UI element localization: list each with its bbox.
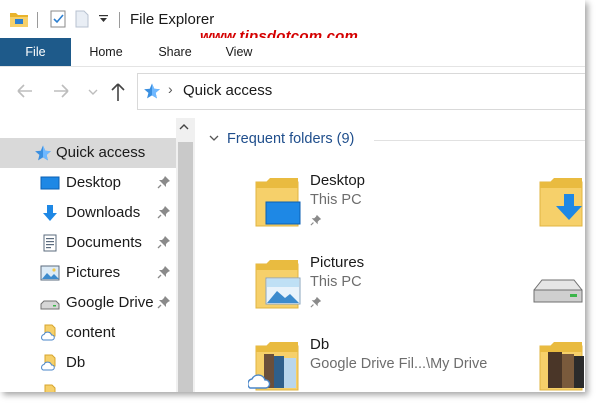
sidebar-item-downloads[interactable]: Downloads: [0, 198, 176, 228]
navigation-pane: Quick access Desktop Downloads Documents…: [0, 118, 176, 392]
sidebar-item-label: Documents: [66, 234, 142, 251]
window-title: File Explorer: [130, 11, 215, 28]
title-separator: [119, 12, 120, 28]
address-bar[interactable]: › Quick access: [137, 73, 585, 110]
sidebar-item-label: Desktop: [66, 174, 122, 191]
new-folder-icon[interactable]: [75, 10, 89, 28]
pin-icon[interactable]: [157, 295, 171, 309]
sidebar-item-label: Db: [66, 354, 86, 371]
tile-location: This PC: [310, 192, 362, 208]
pictures-folder-icon: [255, 260, 301, 309]
tab-view[interactable]: View: [216, 38, 262, 66]
sidebar-item-google-drive[interactable]: Google Drive: [0, 288, 176, 318]
breadcrumb-chevron-icon[interactable]: ›: [168, 81, 173, 97]
sidebar-item-label: Google Drive: [66, 294, 154, 311]
sidebar-item-pictures[interactable]: Pictures: [0, 258, 176, 288]
tile-name: Desktop: [310, 172, 366, 189]
pin-icon[interactable]: [157, 205, 171, 219]
documents-icon: [43, 234, 57, 252]
tab-home[interactable]: Home: [80, 38, 132, 66]
forward-arrow-icon[interactable]: [52, 83, 70, 99]
sidebar-item-db[interactable]: Db: [0, 348, 176, 378]
pin-icon[interactable]: [310, 214, 322, 226]
folder-tile-db[interactable]: Db Google Drive Fil...\My Drive: [196, 332, 536, 392]
file-explorer-window: File Explorer www.tipsdotcom.com File Ho…: [0, 0, 585, 392]
folder-tile-desktop[interactable]: Desktop This PC: [196, 168, 536, 240]
pin-icon[interactable]: [157, 235, 171, 249]
cloud-folder-icon: [248, 342, 299, 391]
star-icon: [144, 83, 160, 99]
tile-location: Google Drive Fil...\My Drive: [310, 356, 488, 372]
chevron-down-icon[interactable]: [208, 132, 220, 144]
tab-file[interactable]: File: [0, 38, 71, 66]
scroll-up-icon[interactable]: [179, 123, 189, 131]
folder-icon: [44, 384, 56, 392]
sidebar-item-partial[interactable]: [0, 378, 176, 392]
sidebar-item-quick-access[interactable]: Quick access: [0, 138, 176, 168]
back-arrow-icon[interactable]: [16, 83, 34, 99]
sidebar-item-desktop[interactable]: Desktop: [0, 168, 176, 198]
group-header-frequent-folders[interactable]: Frequent folders (9): [196, 118, 585, 158]
tile-location: This PC: [310, 274, 362, 290]
navigation-pane-scrollbar[interactable]: [176, 118, 195, 392]
pictures-icon: [40, 265, 60, 281]
star-icon: [35, 145, 51, 161]
sidebar-item-label: Downloads: [66, 204, 141, 221]
desktop-icon: [40, 176, 60, 190]
downloads-folder-icon[interactable]: [536, 172, 585, 228]
drive-icon[interactable]: [530, 276, 585, 308]
drive-icon: [40, 300, 60, 310]
customize-toolbar-icon[interactable]: [99, 15, 108, 23]
tab-share[interactable]: Share: [150, 38, 200, 66]
title-separator: [37, 12, 38, 28]
pin-icon[interactable]: [157, 265, 171, 279]
sidebar-item-content[interactable]: content: [0, 318, 176, 348]
cloud-folder-icon: [41, 324, 56, 341]
tile-name: Pictures: [310, 254, 365, 271]
sidebar-item-label: content: [66, 324, 116, 341]
up-arrow-icon[interactable]: [110, 82, 126, 102]
downloads-icon: [43, 205, 57, 221]
recent-locations-chevron-icon[interactable]: [88, 88, 98, 96]
pin-icon[interactable]: [310, 296, 322, 308]
tile-name: Db: [310, 336, 330, 353]
desktop-folder-icon: [255, 178, 301, 227]
address-path[interactable]: Quick access: [183, 82, 272, 99]
sidebar-item-label: Pictures: [66, 264, 121, 281]
group-divider: [374, 140, 585, 141]
group-label: Frequent folders (9): [227, 131, 355, 147]
sidebar-item-label: Quick access: [56, 144, 146, 161]
ribbon-tabs: File Home Share View: [0, 38, 585, 66]
title-bar: File Explorer www.tipsdotcom.com: [0, 0, 585, 45]
image-folder-icon[interactable]: [536, 336, 585, 392]
cloud-folder-icon: [41, 354, 56, 371]
sidebar-item-documents[interactable]: Documents: [0, 228, 176, 258]
folder-tile-pictures[interactable]: Pictures This PC: [196, 250, 536, 322]
content-pane: Frequent folders (9) Desktop This PC Pic…: [196, 118, 585, 392]
scrollbar-thumb[interactable]: [178, 142, 193, 392]
folder-app-icon[interactable]: [9, 10, 29, 28]
properties-icon[interactable]: [50, 10, 66, 28]
pin-icon[interactable]: [157, 175, 171, 189]
